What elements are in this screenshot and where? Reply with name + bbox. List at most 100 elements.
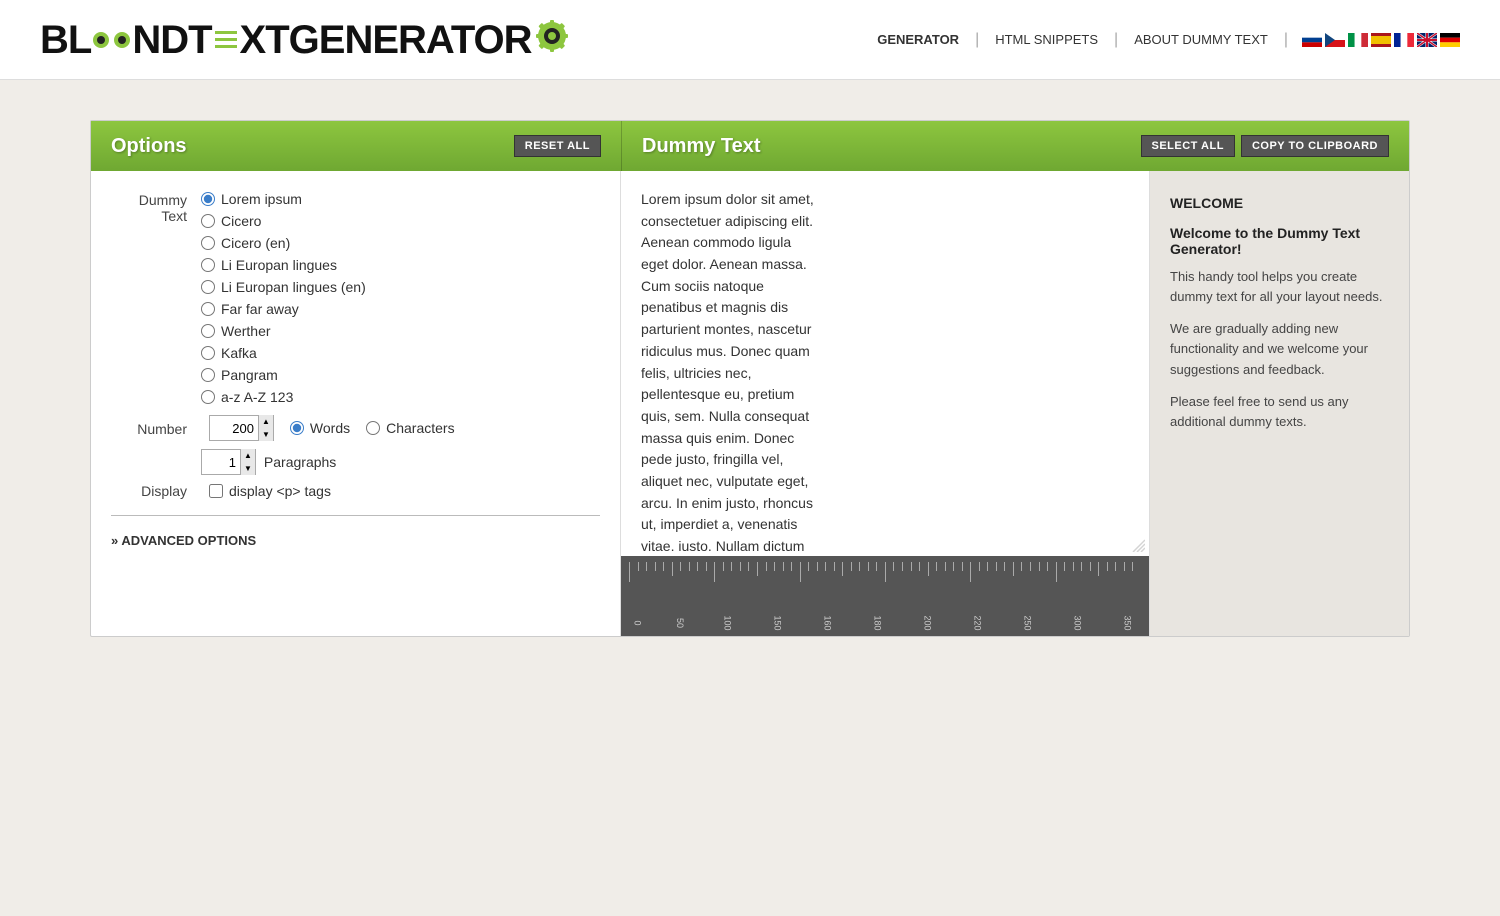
ruler-tick [638,560,647,571]
copy-to-clipboard-button[interactable]: COPY TO CLIPBOARD [1241,135,1389,157]
ruler-tick [885,560,894,582]
ruler-tick [1124,560,1133,571]
display-p-tags-input[interactable] [209,484,223,498]
flag-de[interactable] [1440,33,1460,47]
display-p-tags-checkbox[interactable]: display <p> tags [209,483,331,499]
panel-body: Dummy Text Lorem ipsum Cicero Cicero [91,171,1409,636]
number-input[interactable] [210,416,258,440]
main-content: Options RESET ALL Dummy Text SELECT ALL … [50,80,1450,667]
ruler-tick [842,560,851,576]
characters-radio[interactable]: Characters [366,420,454,436]
advanced-options-link[interactable]: » ADVANCED OPTIONS [111,533,256,548]
radio-cicero-en[interactable]: Cicero (en) [201,235,366,251]
ruler-tick [748,560,757,571]
words-radio-input[interactable] [290,421,304,435]
radio-cicero[interactable]: Cicero [201,213,366,229]
radio-werther-input[interactable] [201,324,215,338]
ruler-tick [987,560,996,571]
ruler-num-250: 250 [1022,615,1032,630]
radio-cicero-en-label: Cicero (en) [221,235,290,251]
radio-lorem-ipsum-input[interactable] [201,192,215,206]
characters-radio-input[interactable] [366,421,380,435]
radio-werther-label: Werther [221,323,271,339]
paragraphs-input[interactable] [202,450,240,474]
number-input-wrap: ▲ ▼ [209,415,274,441]
ruler-num-180: 180 [872,615,882,630]
ruler-tick [834,560,843,571]
paragraphs-spin-down[interactable]: ▼ [241,462,255,475]
radio-kafka-input[interactable] [201,346,215,360]
ruler-tick [731,560,740,571]
nav-about[interactable]: ABOUT DUMMY TEXT [1120,32,1282,47]
radio-pangram[interactable]: Pangram [201,367,366,383]
ruler-tick [774,560,783,571]
ruler-tick [919,560,928,571]
radio-lorem-ipsum-label: Lorem ipsum [221,191,302,207]
number-spin-down[interactable]: ▼ [259,428,273,441]
ruler-num-220: 220 [972,615,982,630]
radio-az-input[interactable] [201,390,215,404]
panel-header: Options RESET ALL Dummy Text SELECT ALL … [91,121,1409,171]
radio-li-eu-input[interactable] [201,258,215,272]
radio-li-eu-en-input[interactable] [201,280,215,294]
ruler-tick [655,560,664,571]
ruler-tick [868,560,877,571]
options-title: Options [111,135,187,158]
resize-handle-icon [1131,538,1145,552]
radio-werther[interactable]: Werther [201,323,366,339]
logo-text: BL NDT XTGENERATOR [40,18,572,61]
radio-far-away-input[interactable] [201,302,215,316]
number-spin-up[interactable]: ▲ [259,415,273,428]
flag-es[interactable] [1371,33,1391,47]
display-row: Display display <p> tags [111,483,600,499]
words-radio[interactable]: Words [290,420,350,436]
ruler-tick [1039,560,1048,571]
radio-pangram-input[interactable] [201,368,215,382]
nav-html-snippets[interactable]: HTML SNIPPETS [981,32,1112,47]
flag-it[interactable] [1348,33,1368,47]
nav-divider-3: | [1282,31,1290,49]
ruler-tick [817,560,826,571]
flag-fr[interactable] [1394,33,1414,47]
radio-lorem-ipsum[interactable]: Lorem ipsum [201,191,366,207]
reset-all-button[interactable]: RESET ALL [514,135,601,157]
dummy-title: Dummy Text [642,135,761,158]
radio-far-away[interactable]: Far far away [201,301,366,317]
radio-li-eu-en[interactable]: Li Europan lingues (en) [201,279,366,295]
ruler-tick [1090,560,1099,571]
ruler-inner: 0 50 100 150 160 180 200 220 250 300 350 [621,560,1149,636]
dummy-buttons: SELECT ALL COPY TO CLIPBOARD [1141,135,1390,157]
ruler-tick [629,560,638,582]
number-spin-buttons: ▲ ▼ [258,415,273,441]
paragraphs-spin-up[interactable]: ▲ [241,449,255,462]
nav-divider-2: | [1112,31,1120,49]
paragraphs-spin-buttons: ▲ ▼ [240,449,255,475]
flag-group [1302,33,1460,47]
ruler-ticks [621,560,1149,584]
radio-cicero-en-input[interactable] [201,236,215,250]
dummy-text-option-row: Dummy Text Lorem ipsum Cicero Cicero [111,191,600,405]
radio-li-eu-en-label: Li Europan lingues (en) [221,279,366,295]
flag-gb[interactable] [1417,33,1437,47]
ticks [621,560,1149,584]
dummy-text-textarea[interactable] [621,171,839,551]
radio-az[interactable]: a-z A-Z 123 [201,389,366,405]
options-section-header: Options RESET ALL [91,121,621,171]
flag-cz[interactable] [1325,33,1345,47]
ruler-tick [783,560,792,571]
radio-cicero-input[interactable] [201,214,215,228]
number-label: Number [111,420,201,437]
ruler-tick [1107,560,1116,571]
select-all-button[interactable]: SELECT ALL [1141,135,1235,157]
nav-generator[interactable]: GENERATOR [863,32,973,47]
radio-li-eu[interactable]: Li Europan lingues [201,257,366,273]
paragraphs-row: ▲ ▼ Paragraphs [111,449,600,475]
ruler-tick [740,560,749,571]
radio-kafka[interactable]: Kafka [201,345,366,361]
ruler-tick [1064,560,1073,571]
flag-ru[interactable] [1302,33,1322,47]
ruler-tick [1013,560,1022,576]
logo-lines-icon [215,31,237,48]
ruler-tick [791,560,800,571]
dummy-text-label: Dummy Text [111,191,201,224]
